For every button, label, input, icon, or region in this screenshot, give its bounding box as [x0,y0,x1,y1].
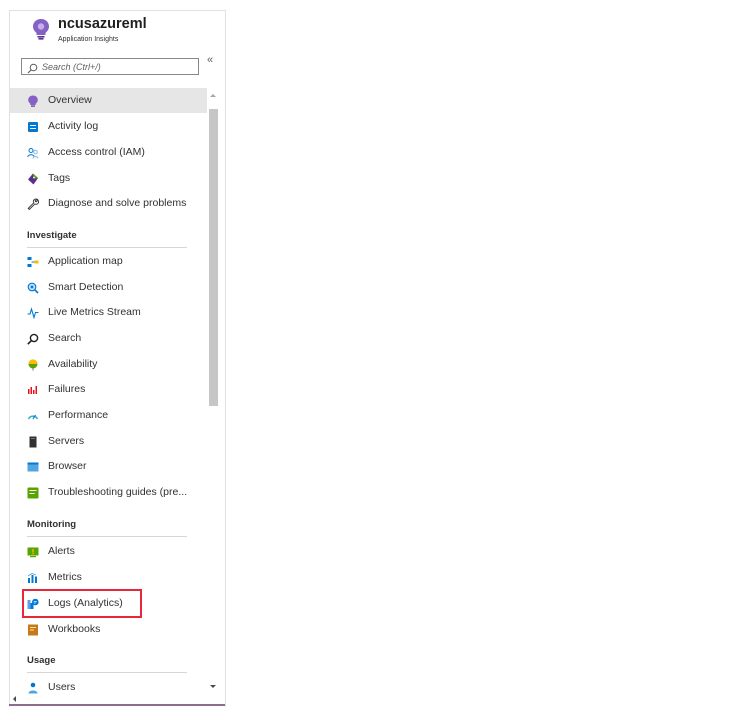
collapse-menu-icon[interactable]: « [207,54,213,66]
nav-item-label: Alerts [48,545,75,557]
nav-item-label: Smart Detection [48,281,124,293]
nav-item-browser[interactable]: Browser [10,454,207,479]
resource-subtitle: Application Insights [58,36,119,43]
nav-item-servers[interactable]: Servers [10,429,207,454]
live-metrics-icon [27,306,39,320]
nav-item-label: Servers [48,435,85,447]
servers-icon [27,435,39,448]
nav-item-label: Failures [48,383,86,395]
search-box[interactable] [21,58,199,75]
metrics-icon [27,571,39,583]
nav-item-availability[interactable]: Availability [10,352,207,377]
failures-icon [27,383,39,395]
nav-item-overview[interactable]: Overview [10,88,207,113]
search-icon [27,61,38,79]
search-icon [27,332,39,345]
section-divider [27,247,187,248]
browser-icon [27,460,39,472]
section-header-usage: Usage [27,655,56,666]
tag-icon [27,172,39,185]
nav-item-label: Access control (IAM) [48,146,145,158]
nav-item-troubleshooting[interactable]: Troubleshooting guides (pre... [10,480,207,505]
nav-item-tags[interactable]: Tags [10,166,207,191]
section-divider [27,536,187,537]
navigation-blade: ncusazureml Application Insights « Overv… [9,10,226,707]
scroll-left-arrow-icon[interactable] [13,696,16,702]
nav-item-metrics[interactable]: Metrics [10,565,207,590]
nav-item-label: Diagnose and solve problems [48,197,187,209]
scrollbar-thumb[interactable] [209,109,218,406]
nav-item-failures[interactable]: Failures [10,377,207,402]
alerts-icon [27,545,39,558]
section-header-investigate: Investigate [27,230,77,241]
nav-item-label: Live Metrics Stream [48,306,141,318]
nav-item-users[interactable]: Users [10,675,207,700]
nav-item-application-map[interactable]: Application map [10,249,207,274]
access-control-icon [27,146,39,159]
section-header-monitoring: Monitoring [27,519,77,530]
activity-log-icon [27,120,39,132]
wrench-icon [27,197,40,211]
highlight-box [22,589,142,618]
performance-icon [27,409,39,421]
section-divider [27,672,187,673]
nav-item-workbooks[interactable]: Workbooks [10,617,207,642]
nav-item-label: Availability [48,358,98,370]
scroll-down-arrow-icon[interactable] [210,685,216,688]
blade-header: ncusazureml Application Insights [10,11,225,51]
nav-item-label: Application map [48,255,123,267]
nav-item-label: Browser [48,460,87,472]
overview-icon [27,94,39,107]
nav-item-label: Overview [48,94,92,106]
nav-item-access-control[interactable]: Access control (IAM) [10,140,207,165]
application-insights-icon [32,18,50,40]
scroll-up-arrow-icon[interactable] [210,94,216,97]
nav-item-label: Troubleshooting guides (pre... [48,486,188,498]
nav-item-performance[interactable]: Performance [10,403,207,428]
users-icon [27,681,39,694]
workbooks-icon [27,623,39,636]
nav-item-label: Performance [48,409,109,421]
nav-item-label: Users [48,681,76,693]
vertical-scrollbar[interactable] [208,88,220,707]
nav-item-smart-detection[interactable]: Smart Detection [10,275,207,300]
nav-item-activity-log[interactable]: Activity log [10,114,207,139]
blade-bottom-border [9,704,225,706]
application-map-icon [27,255,39,267]
nav-item-search[interactable]: Search [10,326,207,351]
nav-item-label: Metrics [48,571,82,583]
nav-item-label: Activity log [48,120,99,132]
nav-item-label: Search [48,332,82,344]
search-input[interactable] [42,59,192,74]
nav-item-alerts[interactable]: Alerts [10,539,207,564]
nav-item-diagnose[interactable]: Diagnose and solve problems [10,191,207,216]
smart-detection-icon [27,281,39,294]
troubleshooting-icon [27,486,39,499]
nav-item-label: Workbooks [48,623,101,635]
nav-item-label: Tags [48,172,71,184]
resource-title: ncusazureml [58,16,147,32]
availability-icon [27,358,39,371]
nav-item-live-metrics[interactable]: Live Metrics Stream [10,300,207,325]
